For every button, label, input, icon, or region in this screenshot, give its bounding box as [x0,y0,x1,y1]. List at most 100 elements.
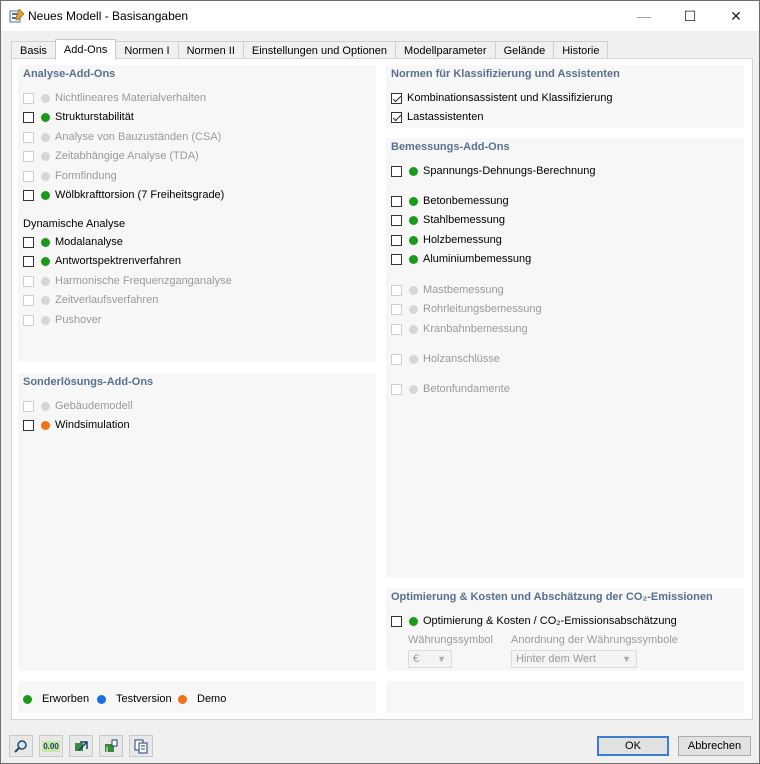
bottom-toolbar: 0.00 OK Abbrechen [1,727,759,763]
checkbox[interactable] [391,284,402,296]
checkbox[interactable] [391,383,402,395]
status-dot [41,190,50,200]
checkbox[interactable] [391,92,402,104]
demo-dot [178,694,187,704]
chevron-down-icon: ▼ [622,654,631,664]
addon-row-pushover[interactable]: Pushover [23,312,101,328]
currency-position-label: Anordnung der Währungssymbole [511,634,678,646]
maximize-button[interactable]: ☐ [667,1,713,31]
addon-label: Optimierung & Kosten / CO₂-Emissionsabsc… [423,615,677,627]
addon-row-stahlbemessung[interactable]: Stahlbemessung [391,212,505,228]
addon-row-rohrleitungsbemessung[interactable]: Rohrleitungsbemessung [391,301,542,317]
addon-row-zeitverlauf[interactable]: Zeitverlaufsverfahren [23,292,158,308]
addon-row-gebaeudemodell[interactable]: Gebäudemodell [23,398,133,414]
checkbox[interactable] [391,195,402,207]
cancel-button[interactable]: Abbrechen [678,736,751,756]
minimize-button[interactable]: — [621,1,667,31]
model-tool-button[interactable] [99,735,123,757]
checkbox[interactable] [391,615,402,627]
currency-symbol-select[interactable]: € ▼ [408,650,452,668]
checkbox[interactable] [391,253,402,265]
addon-row-mastbemessung[interactable]: Mastbemessung [391,282,504,298]
addon-row-formfindung[interactable]: Formfindung [23,168,117,184]
tab-add-ons[interactable]: Add-Ons [54,39,117,60]
trial-dot [97,694,106,704]
addon-label: Aluminiumbemessung [423,253,532,265]
optimization-panel: Optimierung & Kosten und Abschätzung der… [386,588,744,671]
addon-row-harmonische[interactable]: Harmonische Frequenzganganalyse [23,273,232,289]
legend-label: Testversion [116,693,172,705]
status-dot [41,256,50,266]
addon-row-holzbemessung[interactable]: Holzbemessung [391,232,502,248]
norm-row-kombinationsassistent[interactable]: Kombinationsassistent und Klassifizierun… [391,90,612,106]
addon-row-nichtlineares[interactable]: Nichtlineares Materialverhalten [23,90,206,106]
addon-row-antwortspektren[interactable]: Antwortspektrenverfahren [23,253,181,269]
currency-position-select[interactable]: Hinter dem Wert ▼ [511,650,637,668]
units-button[interactable]: 0.00 [39,735,63,757]
norm-row-lastassistenten[interactable]: Lastassistenten [391,109,483,125]
maximize-icon: ☐ [683,7,697,24]
checkbox[interactable] [391,353,402,365]
addon-label: Windsimulation [55,419,130,431]
checkbox[interactable] [391,323,402,335]
addon-row-aluminiumbemessung[interactable]: Aluminiumbemessung [391,251,531,267]
checkbox[interactable] [23,236,34,248]
addon-label: Antwortspektrenverfahren [55,255,181,267]
norm-label: Lastassistenten [407,111,484,123]
addon-label: Holzanschlüsse [423,353,501,365]
design-addons-panel: Bemessungs-Add-Ons Spannungs-Dehnungs-Be… [386,138,744,578]
addon-row-betonbemessung[interactable]: Betonbemessung [391,193,509,209]
checkbox[interactable] [23,419,34,431]
status-dot [41,112,50,122]
addon-row-modalanalyse[interactable]: Modalanalyse [23,234,123,250]
close-icon: ✕ [730,7,742,24]
addon-row-optimierung[interactable]: Optimierung & Kosten / CO₂-Emissionsabsc… [391,613,677,629]
checkbox[interactable] [23,294,34,306]
addon-label: Pushover [55,314,102,326]
checkbox[interactable] [391,214,402,226]
checkbox[interactable] [23,314,34,326]
arrow-tool-button[interactable] [69,735,93,757]
addon-row-spannungs-dehnungs[interactable]: Spannungs-Dehnungs-Berechnung [391,163,595,179]
ok-button[interactable]: OK [597,736,669,756]
checkbox[interactable] [23,111,34,123]
status-dot [41,276,50,286]
addon-row-windsimulation[interactable]: Windsimulation [23,417,130,433]
status-dot [409,304,418,314]
addon-row-tda[interactable]: Zeitabhängige Analyse (TDA) [23,148,199,164]
checkbox[interactable] [391,165,402,177]
checkbox[interactable] [23,150,34,162]
checkbox[interactable] [391,303,402,315]
close-button[interactable]: ✕ [713,1,759,31]
status-dot [41,401,50,411]
optimization-title: Optimierung & Kosten und Abschätzung der… [391,591,713,603]
addon-row-kranbahnbemessung[interactable]: Kranbahnbemessung [391,321,528,337]
analysis-addons-title: Analyse-Add-Ons [23,68,116,80]
empty-panel [386,681,744,713]
units-icon: 0.00 [42,740,60,752]
checkbox[interactable] [23,131,34,143]
tab-bar: Basis Add-Ons Normen I Normen II Einstel… [11,39,609,60]
checkbox[interactable] [391,234,402,246]
addon-row-csa[interactable]: Analyse von Bauzuständen (CSA) [23,129,221,145]
search-tool-button[interactable] [9,735,33,757]
checkbox[interactable] [23,189,34,201]
addon-row-strukturstabilitaet[interactable]: Strukturstabilität [23,109,134,125]
addon-row-betonfundamente[interactable]: Betonfundamente [391,381,510,397]
currency-position-value: Hinter dem Wert [516,653,596,665]
addon-label: Rohrleitungsbemessung [423,303,542,315]
addon-row-woelbkrafttorsion[interactable]: Wölbkrafttorsion (7 Freiheitsgrade) [23,187,224,203]
copy-tool-button[interactable] [129,735,153,757]
copy-icon [134,739,148,754]
norms-title: Normen für Klassifizierung und Assistent… [391,68,620,80]
checkbox[interactable] [23,255,34,267]
checkbox[interactable] [23,400,34,412]
checkbox[interactable] [23,92,34,104]
checkbox[interactable] [23,275,34,287]
checkbox[interactable] [391,111,402,123]
status-dot [409,616,418,626]
addon-row-holzanschluesse[interactable]: Holzanschlüsse [391,351,500,367]
checkbox[interactable] [23,170,34,182]
minimize-icon: — [637,8,651,24]
currency-symbol-value: € [413,653,420,665]
